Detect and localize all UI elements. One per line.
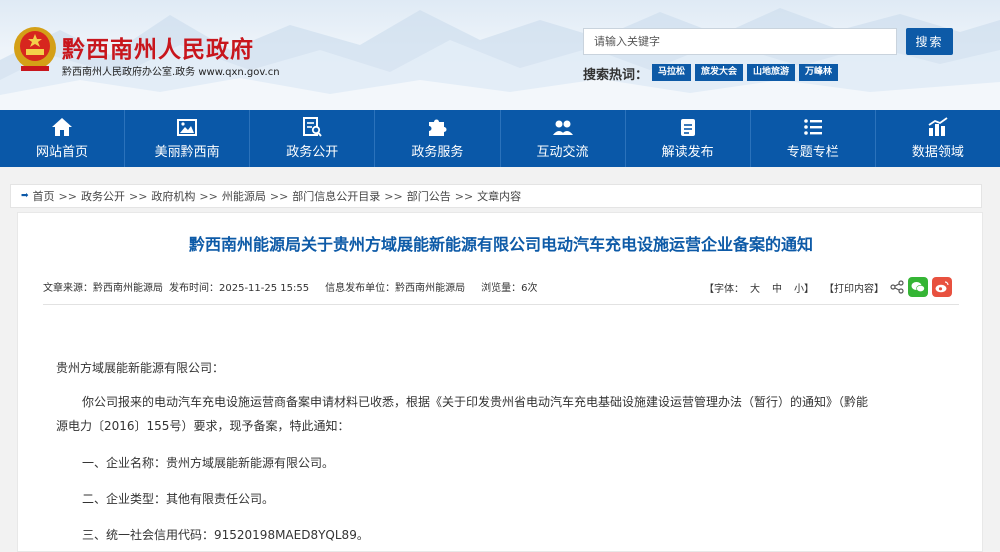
paragraph: 二、企业类型：其他有限责任公司。	[82, 492, 275, 506]
nav-item-data-domain[interactable]: 数据领域	[876, 110, 1000, 167]
nav-item-gov-service[interactable]: 政务服务	[375, 110, 501, 167]
breadcrumb: ➡ 首页 >> 政务公开 >> 政府机构 >> 州能源局 >> 部门信息公开目录…	[10, 184, 982, 208]
hot-words-label: 搜索热词：	[583, 68, 649, 83]
nav-label: 数据领域	[911, 145, 964, 160]
nav-label: 专题专栏	[786, 145, 839, 160]
list-icon	[804, 119, 822, 135]
search-input[interactable]	[583, 28, 897, 55]
breadcrumb-separator: >>	[58, 189, 77, 203]
meta-time: 发布时间：2025-11-25 15:55	[169, 283, 310, 294]
breadcrumb-info-directory[interactable]: 部门信息公开目录	[292, 188, 380, 204]
nav-label: 政务公开	[286, 145, 339, 160]
site-title[interactable]: 黔西南州人民政府	[62, 30, 254, 64]
share-icon[interactable]	[890, 280, 904, 294]
breadcrumb-separator: >>	[269, 189, 289, 203]
puzzle-icon	[429, 119, 447, 136]
hot-word-tag[interactable]: 万峰林	[799, 64, 839, 81]
weibo-share-icon[interactable]	[932, 277, 952, 297]
hot-word-tag[interactable]: 马拉松	[652, 64, 692, 81]
wechat-logo-icon	[911, 282, 925, 293]
article-meta: 文章来源：黔西南州能源局 发布时间：2025-11-25 15:55 信息发布单…	[43, 279, 538, 294]
paragraph: 一、企业名称：贵州方域展能新能源有限公司。	[82, 456, 335, 470]
article-tools: 【字体： 大 中 小】 【打印内容】	[704, 277, 952, 297]
clipboard-icon	[680, 119, 695, 136]
font-size-large[interactable]: 大	[750, 280, 760, 295]
site-subtitle: 黔西南州人民政府办公室.政务 www.qxn.gov.cn	[62, 67, 280, 78]
paragraph: 三、统一社会信用代码：91520198MAED8YQL89。	[82, 528, 369, 542]
search-button[interactable]: 搜索	[906, 28, 953, 55]
national-emblem-icon	[14, 27, 56, 71]
people-icon	[552, 120, 573, 135]
wechat-share-icon[interactable]	[908, 277, 928, 297]
nav-item-home[interactable]: 网站首页	[0, 110, 126, 167]
breadcrumb-energy-bureau[interactable]: 州能源局	[222, 188, 266, 204]
nav-item-beautiful-qxn[interactable]: 美丽黔西南	[125, 110, 251, 167]
breadcrumb-separator: >>	[454, 189, 474, 203]
breadcrumb-announcements[interactable]: 部门公告	[407, 188, 451, 204]
nav-label: 互动交流	[536, 145, 589, 160]
breadcrumb-home[interactable]: 首页	[33, 188, 55, 204]
nav-label: 政务服务	[411, 145, 464, 160]
article-panel: 黔西南州能源局关于贵州方域展能新能源有限公司电动汽车充电设施运营企业备案的通知 …	[17, 212, 983, 552]
meta-views: 浏览量：6次	[481, 283, 538, 294]
hot-word-tag[interactable]: 山地旅游	[747, 64, 796, 81]
main-nav: 网站首页 美丽黔西南 政务公开 政务服务 互动交流 解读发布 专题专栏 数据领域	[0, 110, 1000, 167]
nav-item-special-topics[interactable]: 专题专栏	[751, 110, 876, 167]
print-button[interactable]: 【打印内容】	[824, 280, 884, 295]
nav-item-interpretation[interactable]: 解读发布	[626, 110, 751, 167]
font-size-label: 【字体：	[704, 283, 744, 295]
paragraph-salutation: 贵州方域展能新能源有限公司：	[56, 361, 225, 375]
weibo-logo-icon	[935, 281, 949, 293]
article-title: 黔西南州能源局关于贵州方域展能新能源有限公司电动汽车充电设施运营企业备案的通知	[188, 235, 813, 254]
font-size-medium[interactable]: 中	[772, 280, 782, 295]
breadcrumb-separator: >>	[384, 189, 403, 203]
breadcrumb-article: 文章内容	[477, 190, 522, 203]
home-icon	[52, 118, 73, 136]
document-search-icon	[303, 117, 323, 137]
nav-item-interaction[interactable]: 互动交流	[501, 110, 626, 167]
site-header: 黔西南州人民政府 黔西南州人民政府办公室.政务 www.qxn.gov.cn 搜…	[0, 0, 1000, 110]
chart-icon	[928, 117, 948, 136]
breadcrumb-gov-open[interactable]: 政务公开	[81, 188, 125, 204]
hot-words-list: 马拉松 旅发大会 山地旅游 万峰林	[652, 64, 839, 81]
nav-label: 网站首页	[36, 145, 89, 160]
meta-divider	[43, 304, 959, 305]
paragraph: 你公司报来的电动汽车充电设施运营商备案申请材料已收悉，根据《关于印发贵州省电动汽…	[82, 395, 869, 409]
hot-word-tag[interactable]: 旅发大会	[695, 64, 744, 81]
nav-label: 解读发布	[661, 145, 714, 160]
paragraph: 源电力〔2016〕155号）要求，现予备案，特此通知：	[56, 419, 350, 433]
meta-source: 文章来源：黔西南州能源局	[43, 283, 163, 294]
breadcrumb-separator: >>	[128, 189, 148, 203]
breadcrumb-gov-agencies[interactable]: 政府机构	[151, 188, 195, 204]
nav-item-gov-open[interactable]: 政务公开	[250, 110, 376, 167]
nav-label: 美丽黔西南	[154, 145, 220, 160]
meta-unit: 信息发布单位：黔西南州能源局	[325, 283, 466, 294]
font-size-small[interactable]: 小】	[794, 280, 814, 295]
photo-icon	[177, 119, 198, 136]
arrow-right-icon: ➡	[21, 191, 29, 201]
breadcrumb-separator: >>	[199, 189, 218, 203]
